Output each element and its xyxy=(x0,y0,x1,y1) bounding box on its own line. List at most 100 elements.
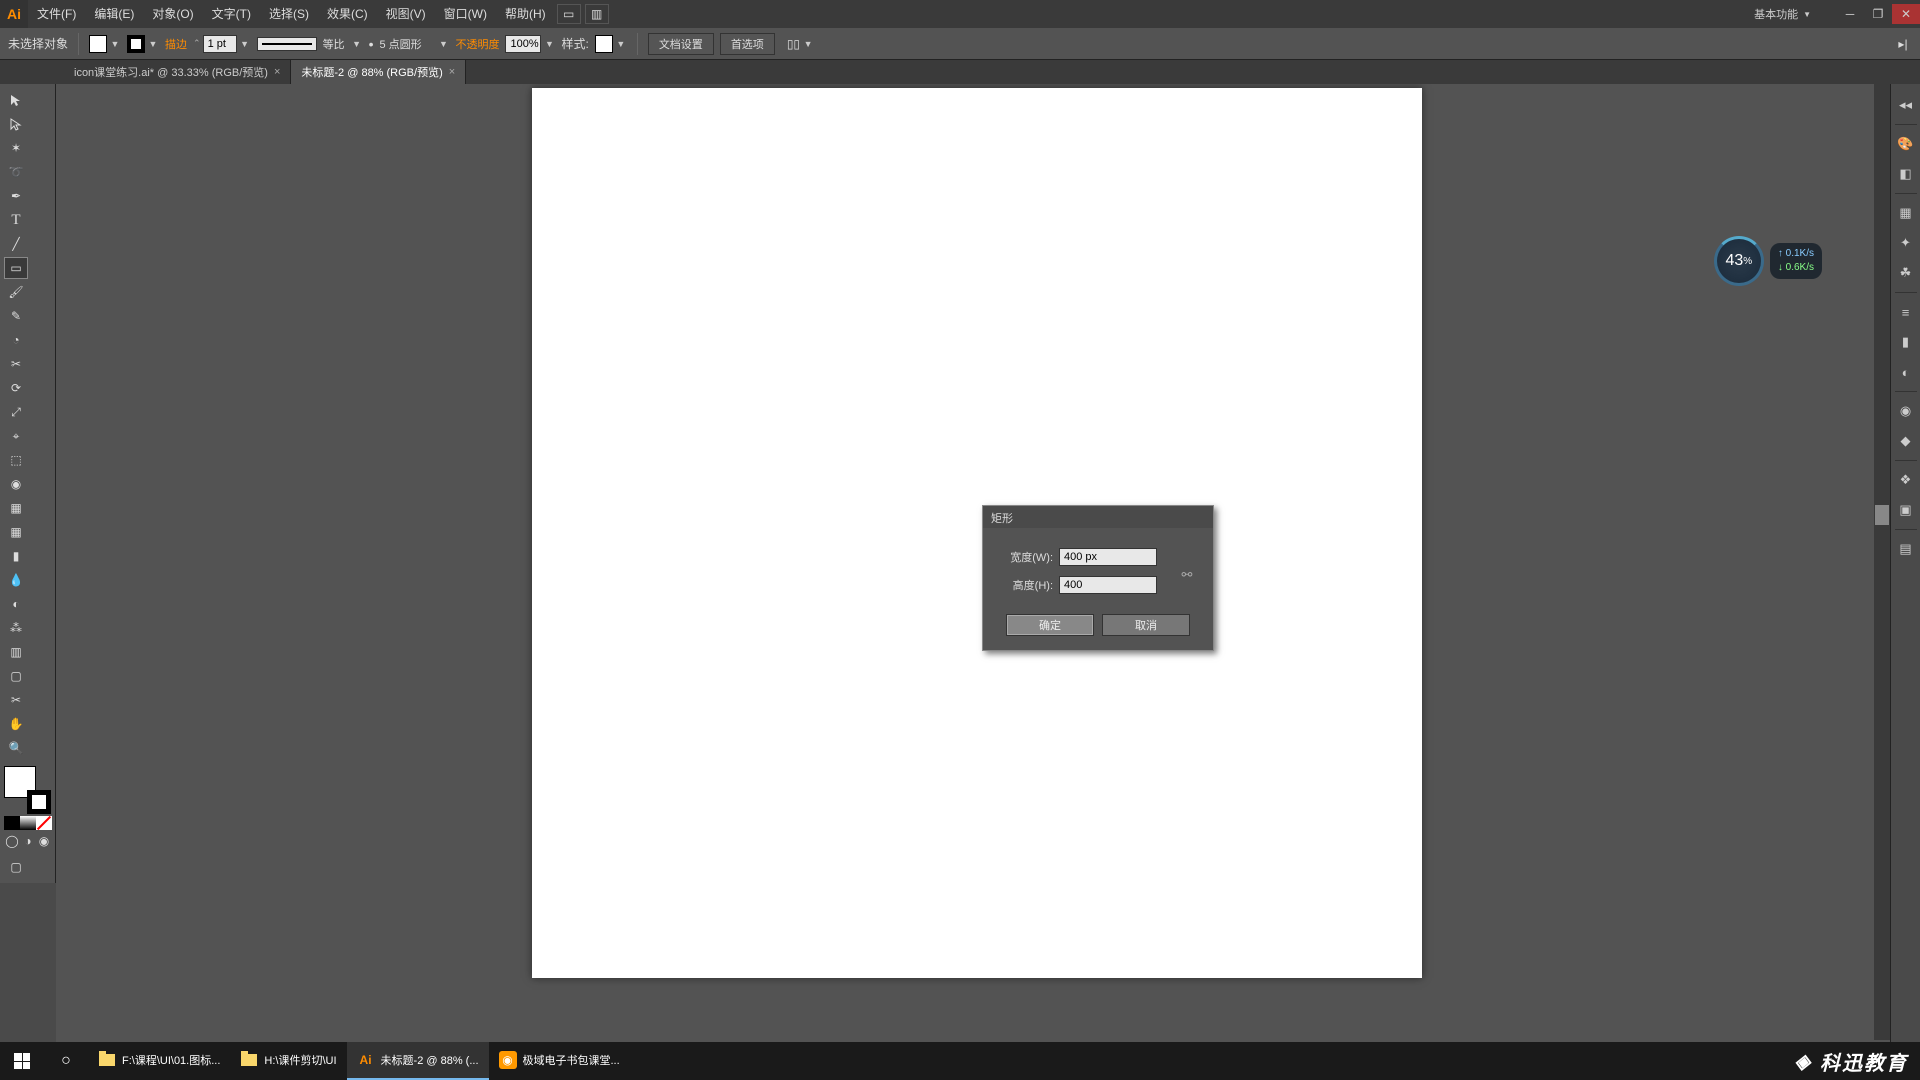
zoom-tool[interactable]: 🔍 xyxy=(4,737,28,759)
workspace-switcher[interactable]: 基本功能▼ xyxy=(1744,6,1821,22)
taskbar-item[interactable]: ◉极域电子书包课堂... xyxy=(489,1042,630,1080)
document-tab[interactable]: 未标题-2 @ 88% (RGB/预览)× xyxy=(291,60,466,84)
style-swatch[interactable]: ▼ xyxy=(595,35,627,53)
menu-view[interactable]: 视图(V) xyxy=(377,0,435,28)
network-monitor-widget[interactable]: 43% ↑ 0.1K/s ↓ 0.6K/s xyxy=(1714,236,1822,286)
gradient-panel-icon[interactable]: ▮ xyxy=(1895,331,1917,353)
artboard[interactable] xyxy=(532,88,1422,978)
draw-normal-icon[interactable]: ◯ xyxy=(4,833,20,849)
line-tool[interactable]: ╱ xyxy=(4,233,28,255)
direct-selection-tool[interactable] xyxy=(4,113,28,135)
magic-wand-tool[interactable]: ✶ xyxy=(4,137,28,159)
fill-swatch[interactable]: ▼ xyxy=(89,35,121,53)
close-tab-icon[interactable]: × xyxy=(274,66,280,78)
stroke-profile[interactable]: 等比▼ xyxy=(257,36,363,52)
gradient-chip[interactable] xyxy=(20,816,36,830)
layers-panel-icon[interactable]: ❖ xyxy=(1895,469,1917,491)
libraries-panel-icon[interactable]: ▤ xyxy=(1895,538,1917,560)
width-tool[interactable]: ⌖ xyxy=(4,425,28,447)
menu-object[interactable]: 对象(O) xyxy=(143,0,202,28)
cortana-search-icon[interactable]: ○ xyxy=(44,1042,88,1080)
perspective-tool[interactable]: ▦ xyxy=(4,497,28,519)
none-chip[interactable] xyxy=(36,816,52,830)
watermark-logo-icon: ◈ xyxy=(1795,1049,1812,1074)
start-button[interactable] xyxy=(0,1042,44,1080)
color-panel-icon[interactable]: 🎨 xyxy=(1895,133,1917,155)
close-tab-icon[interactable]: × xyxy=(449,66,455,78)
lasso-tool[interactable]: ➰ xyxy=(4,161,28,183)
width-label: 宽度(W): xyxy=(997,549,1053,565)
stroke-weight-input[interactable]: ⌃1 pt▼ xyxy=(193,35,251,53)
swatches-panel-icon[interactable]: ▦ xyxy=(1895,202,1917,224)
artboard-tool[interactable]: ▢ xyxy=(4,665,28,687)
opacity-input[interactable]: 100%▼ xyxy=(505,35,555,53)
eyedropper-tool[interactable]: 💧 xyxy=(4,569,28,591)
slice-tool[interactable]: ✂ xyxy=(4,689,28,711)
rectangle-tool[interactable]: ▭ xyxy=(4,257,28,279)
taskbar-item[interactable]: F:\课程\UI\01.图标... xyxy=(88,1042,230,1080)
draw-inside-icon[interactable]: ◉ xyxy=(36,833,52,849)
paintbrush-tool[interactable]: 🖌 xyxy=(4,281,28,303)
stroke-swatch[interactable]: ▼ xyxy=(127,35,159,53)
transparency-panel-icon[interactable]: ◐ xyxy=(1895,361,1917,383)
draw-behind-icon[interactable]: ◑ xyxy=(20,833,36,849)
pencil-tool[interactable]: ✎ xyxy=(4,305,28,327)
appearance-panel-icon[interactable]: ◉ xyxy=(1895,400,1917,422)
color-chip[interactable] xyxy=(4,816,20,830)
align-icon[interactable]: ▯▯▼ xyxy=(787,37,814,51)
pen-tool[interactable]: ✒ xyxy=(4,185,28,207)
mesh-tool[interactable]: ▦ xyxy=(4,521,28,543)
graphic-styles-icon[interactable]: ◆ xyxy=(1895,430,1917,452)
menu-file[interactable]: 文件(F) xyxy=(28,0,85,28)
stroke-color[interactable] xyxy=(27,790,51,814)
preferences-button[interactable]: 首选项 xyxy=(720,33,775,55)
width-input[interactable] xyxy=(1059,548,1157,566)
document-setup-button[interactable]: 文档设置 xyxy=(648,33,714,55)
blend-tool[interactable]: ◐ xyxy=(4,593,28,615)
maximize-button[interactable]: ❐ xyxy=(1864,4,1892,24)
menu-window[interactable]: 窗口(W) xyxy=(435,0,496,28)
type-tool[interactable]: T xyxy=(4,209,28,231)
minimize-button[interactable]: ─ xyxy=(1836,4,1864,24)
graph-tool[interactable]: ▥ xyxy=(4,641,28,663)
canvas-area[interactable] xyxy=(56,84,1890,1056)
constrain-link-icon[interactable]: ⚯ xyxy=(1179,560,1195,590)
color-guide-icon[interactable]: ◧ xyxy=(1895,163,1917,185)
cancel-button[interactable]: 取消 xyxy=(1102,614,1190,636)
height-label: 高度(H): xyxy=(997,577,1053,593)
menu-edit[interactable]: 编辑(E) xyxy=(85,0,143,28)
hand-tool[interactable]: ✋ xyxy=(4,713,28,735)
close-button[interactable]: ✕ xyxy=(1892,4,1920,24)
document-tab[interactable]: icon课堂练习.ai* @ 33.33% (RGB/预览)× xyxy=(64,60,291,84)
dialog-title[interactable]: 矩形 xyxy=(983,506,1213,528)
taskbar-item[interactable]: Ai未标题-2 @ 88% (... xyxy=(347,1042,489,1080)
free-transform-tool[interactable]: ⬚ xyxy=(4,449,28,471)
menu-type[interactable]: 文字(T) xyxy=(203,0,260,28)
layout-icon[interactable]: ▭ xyxy=(557,4,581,24)
menu-help[interactable]: 帮助(H) xyxy=(496,0,555,28)
taskbar-item[interactable]: H:\课件剪切\UI xyxy=(230,1042,346,1080)
menu-effect[interactable]: 效果(C) xyxy=(318,0,377,28)
symbols-panel-icon[interactable]: ☘ xyxy=(1895,262,1917,284)
menu-select[interactable]: 选择(S) xyxy=(260,0,318,28)
scale-tool[interactable]: ⤢ xyxy=(4,401,28,423)
shape-builder-tool[interactable]: ◉ xyxy=(4,473,28,495)
selection-tool[interactable] xyxy=(4,89,28,111)
vertical-scrollbar[interactable] xyxy=(1874,84,1890,1040)
symbol-sprayer-tool[interactable]: ⁂ xyxy=(4,617,28,639)
gradient-tool[interactable]: ▮ xyxy=(4,545,28,567)
arrange-icon[interactable]: ▥ xyxy=(585,4,609,24)
collapse-options-icon[interactable]: ▸| xyxy=(1894,35,1912,53)
fill-stroke-control[interactable] xyxy=(4,766,51,814)
artboards-panel-icon[interactable]: ▣ xyxy=(1895,499,1917,521)
ok-button[interactable]: 确定 xyxy=(1006,614,1094,636)
height-input[interactable] xyxy=(1059,576,1157,594)
brush-preset[interactable]: •5 点圆形▼ xyxy=(369,35,450,53)
brushes-panel-icon[interactable]: ✦ xyxy=(1895,232,1917,254)
rotate-tool[interactable]: ⟳ xyxy=(4,377,28,399)
blob-brush-tool[interactable]: ◔ xyxy=(4,329,28,351)
stroke-panel-icon[interactable]: ≡ xyxy=(1895,301,1917,323)
screen-mode-icon[interactable]: ▢ xyxy=(4,856,28,878)
expand-dock-icon[interactable]: ◂◂ xyxy=(1895,94,1917,116)
eraser-tool[interactable]: ✂ xyxy=(4,353,28,375)
